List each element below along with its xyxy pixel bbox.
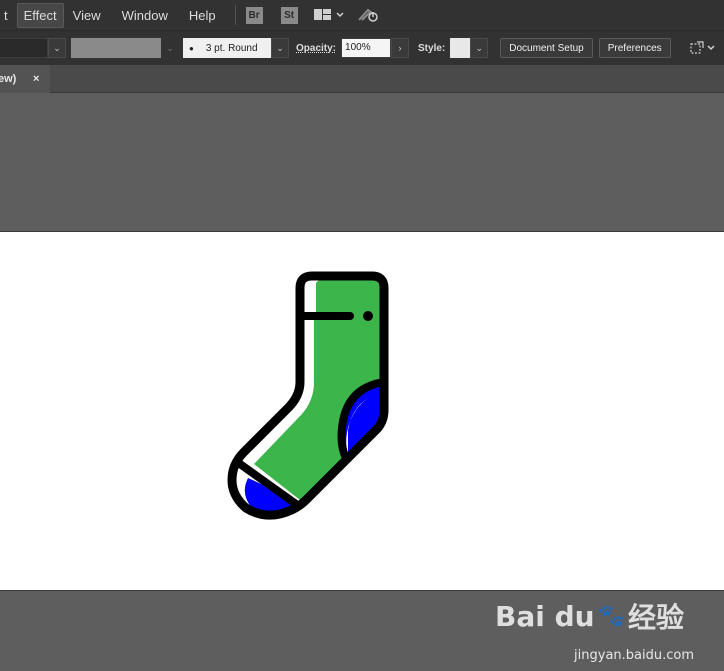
style-dropdown-button[interactable]: ⌄ (470, 38, 489, 58)
bridge-button[interactable]: Br (245, 6, 263, 24)
fill-dropdown-button[interactable]: ⌄ (48, 38, 66, 58)
opacity-input[interactable]: 100% (341, 38, 392, 58)
stroke-weight-value: 3 pt. Round (205, 42, 258, 54)
menu-view[interactable]: View (67, 4, 107, 27)
stroke-color-swatch[interactable] (71, 38, 161, 58)
menu-effect[interactable]: Effect (16, 2, 64, 28)
stroke-weight-select[interactable]: ● 3 pt. Round (183, 38, 271, 58)
menu-object-partial[interactable]: t (0, 4, 14, 27)
baidu-paw-icon: 🐾 (597, 603, 625, 629)
stock-button[interactable]: St (280, 6, 298, 24)
stroke-dropdown-icon[interactable]: ⌄ (161, 43, 179, 54)
arrange-documents-icon[interactable] (689, 41, 717, 55)
document-tab-bar: ew) × (0, 65, 724, 93)
opacity-label[interactable]: Opacity: (296, 43, 336, 54)
workspace-layout-icon[interactable] (313, 8, 344, 22)
menu-divider (234, 5, 236, 25)
stroke-weight-dropdown[interactable]: ⌄ (271, 38, 289, 58)
cuff-dot (363, 311, 373, 321)
watermark-brand-cn: 经验 (627, 601, 684, 634)
menu-help[interactable]: Help (183, 4, 222, 27)
baidu-watermark: Bai du 🐾 经验 (495, 596, 684, 636)
preferences-button[interactable]: Preferences (598, 38, 671, 58)
opacity-value: 100% (345, 42, 371, 53)
style-swatch[interactable] (450, 38, 471, 58)
gpu-performance-icon[interactable] (357, 7, 380, 23)
control-bar: ⌄ ⌄ ● 3 pt. Round ⌄ Opacity: 100% › Styl… (0, 30, 724, 65)
close-tab-icon[interactable]: × (33, 73, 39, 85)
opacity-arrow-button[interactable]: › (391, 38, 410, 58)
menu-window[interactable]: Window (116, 4, 174, 27)
document-tab[interactable]: ew) × (0, 65, 50, 93)
menu-bar: t Effect View Window Help Br St (0, 0, 724, 30)
artboard[interactable] (0, 231, 724, 591)
document-setup-button[interactable]: Document Setup (500, 38, 593, 58)
style-label: Style: (418, 42, 446, 54)
sock-illustration[interactable] (0, 232, 724, 592)
document-tab-title: ew) (0, 73, 17, 85)
fill-color-field[interactable] (0, 38, 48, 58)
watermark-url: jingyan.baidu.com (574, 648, 694, 663)
watermark-brand: Bai du (495, 599, 595, 633)
brush-dot-icon: ● (189, 43, 194, 53)
